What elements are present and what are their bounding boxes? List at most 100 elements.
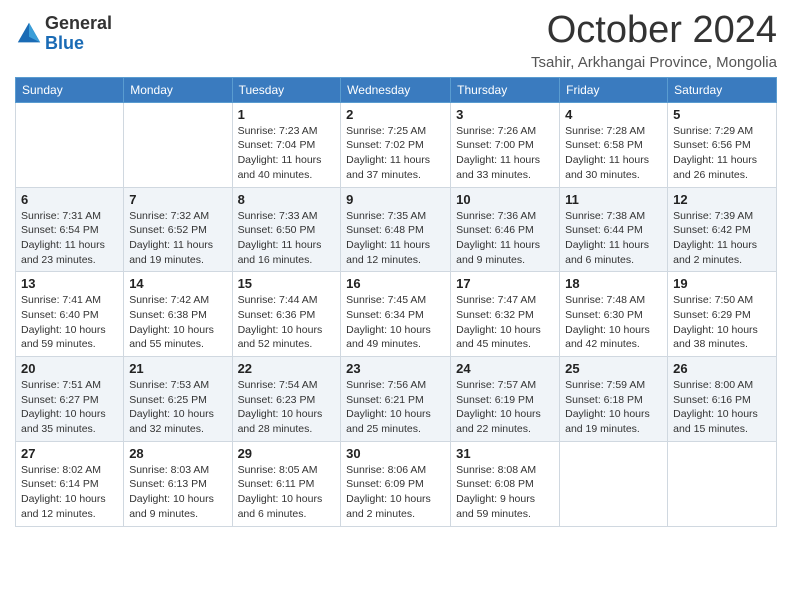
table-row: 12Sunrise: 7:39 AMSunset: 6:42 PMDayligh…: [668, 187, 777, 272]
day-number: 8: [238, 192, 336, 207]
day-info: Sunrise: 7:31 AMSunset: 6:54 PMDaylight:…: [21, 209, 118, 268]
day-number: 21: [129, 361, 226, 376]
day-number: 24: [456, 361, 554, 376]
table-row: 27 Sunrise: 8:02 AMSunset: 6:14 PMDayligh…: [16, 441, 124, 526]
table-row: 4Sunrise: 7:28 AMSunset: 6:58 PMDaylight…: [560, 102, 668, 187]
day-info: Sunrise: 7:51 AMSunset: 6:27 PMDaylight:…: [21, 378, 118, 437]
table-row: 15 Sunrise: 7:44 AMSunset: 6:36 PMDayligh…: [232, 272, 341, 357]
calendar-week-3: 13Sunrise: 7:41 AMSunset: 6:40 PMDayligh…: [16, 272, 777, 357]
calendar-week-2: 6 Sunrise: 7:31 AMSunset: 6:54 PMDaylight…: [16, 187, 777, 272]
calendar-table: Sunday Monday Tuesday Wednesday Thursday…: [15, 77, 777, 527]
table-row: 22 Sunrise: 7:54 AMSunset: 6:23 PMDayligh…: [232, 357, 341, 442]
day-info: Sunrise: 8:05 AMSunset: 6:11 PMDaylight:…: [238, 463, 336, 522]
table-row: 24 Sunrise: 7:57 AMSunset: 6:19 PMDayligh…: [451, 357, 560, 442]
table-row: 17Sunrise: 7:47 AMSunset: 6:32 PMDayligh…: [451, 272, 560, 357]
table-row: 7 Sunrise: 7:32 AMSunset: 6:52 PMDaylight…: [124, 187, 232, 272]
day-number: 26: [673, 361, 771, 376]
logo-general: General: [45, 14, 112, 34]
table-row: 25Sunrise: 7:59 AMSunset: 6:18 PMDayligh…: [560, 357, 668, 442]
day-info: Sunrise: 7:36 AMSunset: 6:46 PMDaylight:…: [456, 209, 554, 268]
day-number: 6: [21, 192, 118, 207]
day-info: Sunrise: 7:28 AMSunset: 6:58 PMDaylight:…: [565, 124, 662, 183]
subtitle: Tsahir, Arkhangai Province, Mongolia: [531, 54, 777, 71]
day-number: 10: [456, 192, 554, 207]
table-row: [124, 102, 232, 187]
day-number: 5: [673, 107, 771, 122]
day-number: 22: [238, 361, 336, 376]
calendar-week-1: 1 Sunrise: 7:23 AMSunset: 7:04 PMDaylight…: [16, 102, 777, 187]
col-saturday: Saturday: [668, 77, 777, 102]
day-number: 15: [238, 276, 336, 291]
table-row: 9 Sunrise: 7:35 AMSunset: 6:48 PMDaylight…: [341, 187, 451, 272]
day-info: Sunrise: 7:29 AMSunset: 6:56 PMDaylight:…: [673, 124, 771, 183]
logo-blue: Blue: [45, 34, 112, 54]
day-info: Sunrise: 7:45 AMSunset: 6:34 PMDaylight:…: [346, 293, 445, 352]
day-number: 30: [346, 446, 445, 461]
table-row: 16 Sunrise: 7:45 AMSunset: 6:34 PMDayligh…: [341, 272, 451, 357]
table-row: 11 Sunrise: 7:38 AMSunset: 6:44 PMDayligh…: [560, 187, 668, 272]
day-info: Sunrise: 7:35 AMSunset: 6:48 PMDaylight:…: [346, 209, 445, 268]
table-row: 30 Sunrise: 8:06 AMSunset: 6:09 PMDayligh…: [341, 441, 451, 526]
table-row: 1 Sunrise: 7:23 AMSunset: 7:04 PMDaylight…: [232, 102, 341, 187]
day-info: Sunrise: 7:57 AMSunset: 6:19 PMDaylight:…: [456, 378, 554, 437]
day-number: 25: [565, 361, 662, 376]
day-info: Sunrise: 8:02 AMSunset: 6:14 PMDaylight:…: [21, 463, 118, 522]
table-row: 6 Sunrise: 7:31 AMSunset: 6:54 PMDaylight…: [16, 187, 124, 272]
day-number: 2: [346, 107, 445, 122]
day-number: 13: [21, 276, 118, 291]
day-info: Sunrise: 7:38 AMSunset: 6:44 PMDaylight:…: [565, 209, 662, 268]
day-info: Sunrise: 7:54 AMSunset: 6:23 PMDaylight:…: [238, 378, 336, 437]
day-info: Sunrise: 7:23 AMSunset: 7:04 PMDaylight:…: [238, 124, 336, 183]
col-thursday: Thursday: [451, 77, 560, 102]
logo-text: General Blue: [45, 14, 112, 54]
day-number: 7: [129, 192, 226, 207]
table-row: 26Sunrise: 8:00 AMSunset: 6:16 PMDayligh…: [668, 357, 777, 442]
col-monday: Monday: [124, 77, 232, 102]
title-area: October 2024 Tsahir, Arkhangai Province,…: [531, 10, 777, 71]
day-info: Sunrise: 8:06 AMSunset: 6:09 PMDaylight:…: [346, 463, 445, 522]
month-title: October 2024: [531, 10, 777, 52]
day-number: 20: [21, 361, 118, 376]
day-number: 16: [346, 276, 445, 291]
day-info: Sunrise: 7:44 AMSunset: 6:36 PMDaylight:…: [238, 293, 336, 352]
day-info: Sunrise: 8:08 AMSunset: 6:08 PMDaylight:…: [456, 463, 554, 522]
day-number: 9: [346, 192, 445, 207]
day-number: 1: [238, 107, 336, 122]
table-row: [16, 102, 124, 187]
col-tuesday: Tuesday: [232, 77, 341, 102]
day-number: 28: [129, 446, 226, 461]
logo-area: General Blue: [15, 10, 112, 54]
table-row: 2Sunrise: 7:25 AMSunset: 7:02 PMDaylight…: [341, 102, 451, 187]
day-number: 3: [456, 107, 554, 122]
table-row: 13Sunrise: 7:41 AMSunset: 6:40 PMDayligh…: [16, 272, 124, 357]
col-sunday: Sunday: [16, 77, 124, 102]
calendar-week-5: 27 Sunrise: 8:02 AMSunset: 6:14 PMDayligh…: [16, 441, 777, 526]
day-number: 29: [238, 446, 336, 461]
day-number: 27: [21, 446, 118, 461]
day-info: Sunrise: 7:39 AMSunset: 6:42 PMDaylight:…: [673, 209, 771, 268]
day-number: 11: [565, 192, 662, 207]
logo-icon: [15, 20, 43, 48]
day-info: Sunrise: 7:56 AMSunset: 6:21 PMDaylight:…: [346, 378, 445, 437]
table-row: 23Sunrise: 7:56 AMSunset: 6:21 PMDayligh…: [341, 357, 451, 442]
table-row: 14 Sunrise: 7:42 AMSunset: 6:38 PMDayligh…: [124, 272, 232, 357]
day-info: Sunrise: 7:26 AMSunset: 7:00 PMDaylight:…: [456, 124, 554, 183]
table-row: 21Sunrise: 7:53 AMSunset: 6:25 PMDayligh…: [124, 357, 232, 442]
calendar-header-row: Sunday Monday Tuesday Wednesday Thursday…: [16, 77, 777, 102]
table-row: 28Sunrise: 8:03 AMSunset: 6:13 PMDayligh…: [124, 441, 232, 526]
col-wednesday: Wednesday: [341, 77, 451, 102]
table-row: 19Sunrise: 7:50 AMSunset: 6:29 PMDayligh…: [668, 272, 777, 357]
day-info: Sunrise: 7:33 AMSunset: 6:50 PMDaylight:…: [238, 209, 336, 268]
day-number: 19: [673, 276, 771, 291]
table-row: 5 Sunrise: 7:29 AMSunset: 6:56 PMDaylight…: [668, 102, 777, 187]
day-number: 14: [129, 276, 226, 291]
table-row: 18Sunrise: 7:48 AMSunset: 6:30 PMDayligh…: [560, 272, 668, 357]
day-info: Sunrise: 7:48 AMSunset: 6:30 PMDaylight:…: [565, 293, 662, 352]
header: General Blue October 2024 Tsahir, Arkhan…: [15, 10, 777, 71]
calendar-week-4: 20 Sunrise: 7:51 AMSunset: 6:27 PMDayligh…: [16, 357, 777, 442]
day-info: Sunrise: 7:42 AMSunset: 6:38 PMDaylight:…: [129, 293, 226, 352]
table-row: 3 Sunrise: 7:26 AMSunset: 7:00 PMDaylight…: [451, 102, 560, 187]
col-friday: Friday: [560, 77, 668, 102]
table-row: 10 Sunrise: 7:36 AMSunset: 6:46 PMDayligh…: [451, 187, 560, 272]
day-info: Sunrise: 7:32 AMSunset: 6:52 PMDaylight:…: [129, 209, 226, 268]
